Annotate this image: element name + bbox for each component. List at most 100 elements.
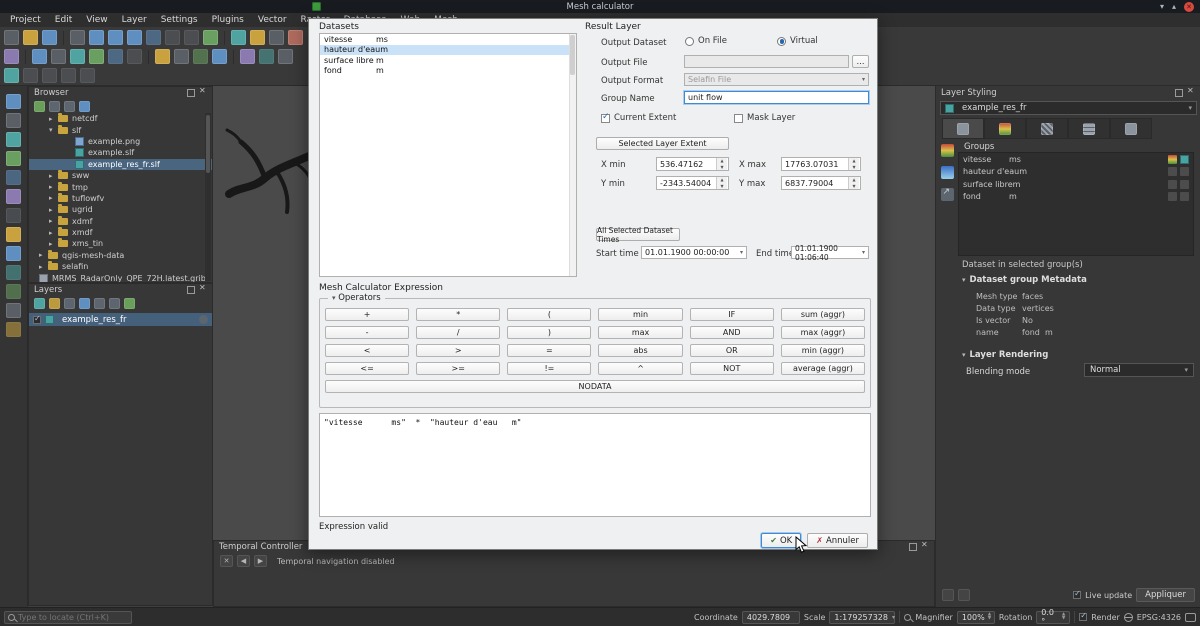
browser-item[interactable]: example.slf xyxy=(29,147,212,158)
operator-button[interactable]: average (aggr) xyxy=(781,362,865,375)
metadata-section-header[interactable]: ▾ Dataset group Metadata xyxy=(962,275,1087,285)
styling-layer-select[interactable]: example_res_fr ▾ xyxy=(940,101,1197,115)
operator-button[interactable]: NOT xyxy=(690,362,774,375)
vertex-tool-icon[interactable] xyxy=(42,68,57,83)
expander-icon[interactable] xyxy=(39,263,48,271)
dataset-item[interactable]: fondm xyxy=(320,66,576,77)
xmax-spinbox[interactable]: 17763.07031 xyxy=(781,157,861,171)
layer-visibility-checkbox[interactable] xyxy=(33,316,41,324)
add-mssql-layer-icon[interactable] xyxy=(6,208,21,223)
group-name-input[interactable] xyxy=(684,91,869,104)
add-delimited-text-icon[interactable] xyxy=(6,151,21,166)
add-vector-layer-icon[interactable] xyxy=(6,94,21,109)
menu-project[interactable]: Project xyxy=(3,15,48,25)
scale-select[interactable]: 1:179257328▾ xyxy=(829,611,895,624)
browser-item[interactable]: qgis-mesh-data xyxy=(29,250,212,261)
all-dataset-times-button[interactable]: All Selected Dataset Times xyxy=(596,228,680,241)
zoom-full-icon[interactable] xyxy=(127,30,142,45)
expander-icon[interactable] xyxy=(49,172,58,180)
data-source-manager-icon[interactable] xyxy=(4,49,19,64)
operator-button[interactable]: min (aggr) xyxy=(781,344,865,357)
current-edits-icon[interactable] xyxy=(4,68,19,83)
zoom-last-icon[interactable] xyxy=(165,30,180,45)
mesh-toggle-icon[interactable] xyxy=(1180,180,1189,189)
operator-button[interactable]: IF xyxy=(690,308,774,321)
operator-button[interactable]: ) xyxy=(507,326,591,339)
expander-icon[interactable] xyxy=(49,183,58,191)
browser-scrollbar[interactable] xyxy=(205,113,211,281)
dataset-group-row[interactable]: hauteur d'eau m xyxy=(959,166,1193,179)
browser-item-selected[interactable]: example_res_fr.slf xyxy=(29,159,212,170)
browser-item[interactable]: xdmf xyxy=(29,216,212,227)
output-format-select[interactable]: Selafin File▾ xyxy=(684,73,869,86)
operators-legend[interactable]: ▾ Operators xyxy=(328,293,385,303)
float-panel-icon[interactable] xyxy=(909,543,917,551)
checkbox-icon[interactable] xyxy=(601,114,610,123)
refresh-browser-icon[interactable] xyxy=(34,101,45,112)
add-spatialite-layer-icon[interactable] xyxy=(6,170,21,185)
current-extent-checkbox[interactable]: Current Extent xyxy=(601,113,676,123)
add-feature-icon[interactable] xyxy=(23,68,38,83)
tab-contours[interactable] xyxy=(984,118,1026,139)
contours-toggle-icon[interactable] xyxy=(1168,180,1177,189)
crs-value[interactable]: EPSG:4326 xyxy=(1137,613,1181,622)
collapse-all-icon[interactable] xyxy=(64,101,75,112)
radio-icon[interactable] xyxy=(777,37,786,46)
contours-toggle-icon[interactable] xyxy=(1168,192,1177,201)
menu-layer[interactable]: Layer xyxy=(115,15,154,25)
maximize-icon[interactable]: ▴ xyxy=(1172,0,1176,13)
expander-icon[interactable] xyxy=(49,229,58,237)
expander-icon[interactable] xyxy=(49,240,58,248)
menu-view[interactable]: View xyxy=(79,15,114,25)
browser-item[interactable]: slf xyxy=(29,124,212,135)
add-wfs-layer-icon[interactable] xyxy=(6,284,21,299)
virtual-radio[interactable]: Virtual xyxy=(777,36,818,46)
refresh-map-icon[interactable] xyxy=(203,30,218,45)
deselect-features-icon[interactable] xyxy=(269,30,284,45)
operator-button[interactable]: ^ xyxy=(598,362,682,375)
save-project-icon[interactable] xyxy=(42,30,57,45)
operator-button[interactable]: max xyxy=(598,326,682,339)
select-features-icon[interactable] xyxy=(250,30,265,45)
temporal-off-icon[interactable]: ✕ xyxy=(220,555,233,567)
end-time-select[interactable]: 01.01.1900 01:06:40▾ xyxy=(791,246,869,259)
add-wms-layer-icon[interactable] xyxy=(6,246,21,261)
undo-icon[interactable] xyxy=(61,68,76,83)
zoom-out-icon[interactable] xyxy=(108,30,123,45)
datasets-scrollbar[interactable] xyxy=(569,34,576,276)
apply-button[interactable]: Appliquer xyxy=(1136,588,1195,602)
open-project-icon[interactable] xyxy=(23,30,38,45)
temporal-animated-icon[interactable]: ▶ xyxy=(254,555,267,567)
mesh-toggle-icon[interactable] xyxy=(1180,192,1189,201)
radio-icon[interactable] xyxy=(685,37,694,46)
menu-vector[interactable]: Vector xyxy=(251,15,294,25)
minimize-icon[interactable]: ▾ xyxy=(1160,0,1164,13)
expander-icon[interactable] xyxy=(39,251,48,259)
collapse-all-icon[interactable] xyxy=(109,298,120,309)
coordinate-value[interactable]: 4029.7809 xyxy=(742,611,800,624)
locate-input[interactable] xyxy=(18,613,128,622)
expander-icon[interactable] xyxy=(49,126,58,134)
measure-icon[interactable] xyxy=(288,30,303,45)
toggle-editing-icon[interactable] xyxy=(193,49,208,64)
operator-button[interactable]: ( xyxy=(507,308,591,321)
tab-symbology[interactable] xyxy=(942,118,984,139)
operator-button[interactable]: + xyxy=(325,308,409,321)
expression-editor[interactable]: "vitesse ms" * "hauteur d'eau m" xyxy=(319,413,871,517)
add-oracle-layer-icon[interactable] xyxy=(6,227,21,242)
save-edits-icon[interactable] xyxy=(212,49,227,64)
operator-button[interactable]: sum (aggr) xyxy=(781,308,865,321)
identify-features-icon[interactable] xyxy=(231,30,246,45)
browser-item[interactable]: xms_tin xyxy=(29,238,212,249)
browser-item[interactable]: sww xyxy=(29,170,212,181)
browser-item[interactable]: example.png xyxy=(29,136,212,147)
operator-button[interactable]: / xyxy=(416,326,500,339)
dataset-group-row[interactable]: surface libre m xyxy=(959,178,1193,191)
checkbox-icon[interactable] xyxy=(734,114,743,123)
contours-toggle-icon[interactable] xyxy=(1168,155,1177,164)
tab-mesh-frame[interactable] xyxy=(1026,118,1068,139)
operator-button[interactable]: * xyxy=(416,308,500,321)
close-panel-icon[interactable] xyxy=(199,89,207,97)
dataset-group-row[interactable]: fond m xyxy=(959,191,1193,204)
operator-button[interactable]: abs xyxy=(598,344,682,357)
